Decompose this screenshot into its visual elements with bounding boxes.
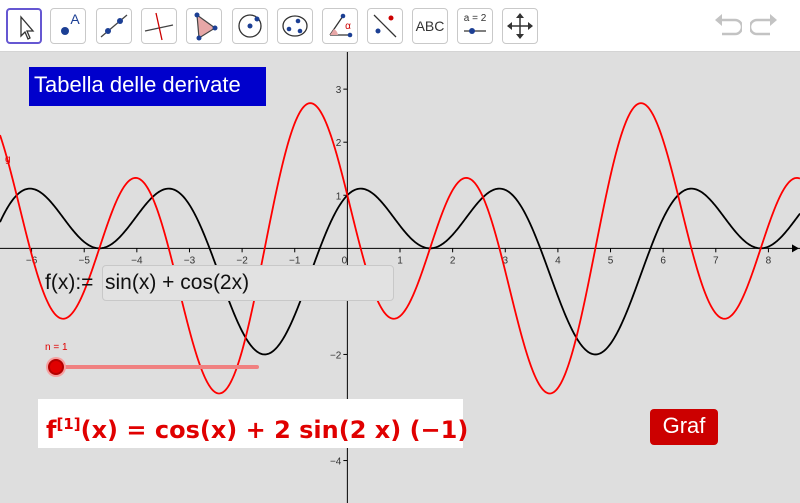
derivative-formula: f[1](x) = cos(x) + 2 sin(2 x) (−1) [38, 399, 468, 448]
polygon-tool-button[interactable] [186, 8, 222, 44]
slider-label: n = 1 [45, 342, 68, 353]
y-tick-label: 1 [336, 191, 342, 202]
graf-button[interactable]: Graf [650, 409, 718, 445]
reflect-tool-button[interactable] [367, 8, 403, 44]
conic-tool-button[interactable] [277, 8, 313, 44]
angle-tool-label: α [345, 21, 351, 32]
angle-tool-button[interactable]: α [322, 8, 358, 44]
x-tick-label: 7 [713, 255, 719, 266]
reflect-tool-icon [373, 14, 397, 38]
line-tool-button[interactable] [96, 8, 132, 44]
curve-label-g: g [5, 154, 11, 165]
x-tick-label: 2 [450, 255, 456, 266]
circle-tool-icon [238, 14, 262, 38]
perpendicular-line-tool-button[interactable] [141, 8, 177, 44]
x-tick-label: 5 [608, 255, 614, 266]
perpendicular-line-tool-icon [144, 12, 174, 41]
move-graphics-tool-icon [507, 13, 533, 39]
conic-tool-icon [282, 15, 308, 37]
y-tick-label: 3 [336, 85, 342, 96]
text-tool-icon: ABC [415, 18, 445, 34]
polygon-tool-icon [194, 12, 218, 41]
slider-track[interactable] [56, 365, 259, 369]
move-tool-icon [20, 15, 35, 40]
redo-button[interactable] [748, 12, 780, 40]
text-tool-button[interactable]: ABC [412, 8, 448, 44]
x-axis-arrow [792, 244, 799, 253]
x-tick-label: 6 [660, 255, 666, 266]
redo-icon [748, 14, 777, 36]
move-tool-button[interactable] [6, 8, 42, 44]
circle-tool-button[interactable] [232, 8, 268, 44]
y-tick-label: −4 [330, 457, 342, 468]
y-tick-label: −2 [330, 350, 342, 361]
undo-icon [715, 14, 744, 36]
toolbar: A α ABC a = 2 [0, 0, 800, 52]
point-tool-label: A [70, 11, 80, 27]
slider-tool-icon [464, 28, 486, 34]
title-box: Tabella delle derivate [29, 67, 266, 106]
function-input[interactable]: sin(x) + cos(2x) [102, 265, 394, 301]
point-tool-button[interactable]: A [50, 8, 86, 44]
input-label: f(x):= [45, 271, 94, 294]
formula-prefix: f [46, 416, 57, 444]
formula-order: [1] [56, 415, 81, 433]
line-tool-icon [100, 14, 128, 38]
x-tick-label: −5 [79, 255, 91, 266]
undo-button[interactable] [712, 12, 744, 40]
slider-handle[interactable] [48, 359, 64, 375]
x-tick-label: 8 [766, 255, 772, 266]
formula-body: (x) = cos(x) + 2 sin(2 x) (−1) [80, 416, 469, 444]
x-tick-label: 1 [397, 255, 403, 266]
slider-tool-button[interactable]: a = 2 [457, 8, 493, 44]
move-graphics-tool-button[interactable] [502, 8, 538, 44]
x-tick-label: 4 [555, 255, 561, 266]
y-tick-label: 2 [336, 138, 342, 149]
graphics-view[interactable]: −6 −5 −4 −3 −2 −1 0 1 2 3 4 5 6 7 8 3 2 1 −2 −4 g Tabella de… [0, 52, 800, 503]
